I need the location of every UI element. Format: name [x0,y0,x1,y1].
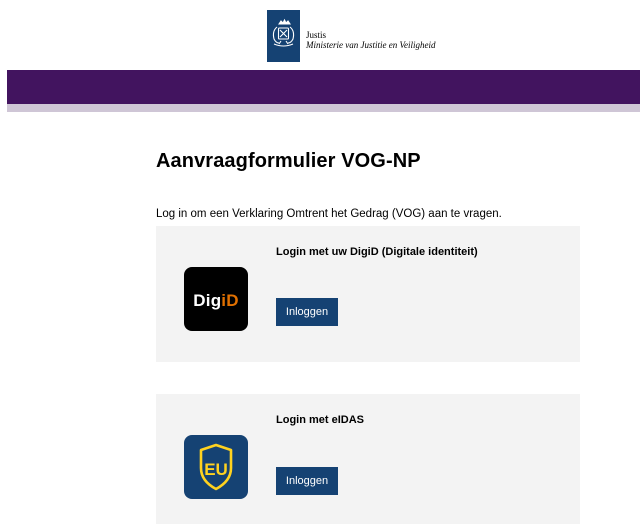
eidas-card-title: Login met eIDAS [276,414,365,426]
eu-shield-icon: EU [184,435,248,499]
eu-shield-text: EU [204,460,228,479]
digid-login-button[interactable]: Inloggen [276,298,338,326]
digid-card-title: Login met uw DigiD (Digitale identiteit) [276,246,478,258]
site-header: Justis Ministerie van Justitie en Veilig… [0,0,640,70]
eidas-login-button[interactable]: Inloggen [276,467,338,495]
coat-of-arms-icon [267,10,300,62]
page-title: Aanvraagformulier VOG-NP [156,150,421,172]
digid-logo-icon: DigiD [184,267,248,331]
digid-login-card: DigiD Login met uw DigiD (Digitale ident… [156,226,580,362]
digid-logo-text-main: Dig [193,291,222,310]
eidas-login-card: EU Login met eIDAS Inloggen [156,394,580,524]
ministry-wordmark[interactable]: Justis Ministerie van Justitie en Veilig… [306,30,435,50]
ministry-name: Ministerie van Justitie en Veiligheid [306,40,436,50]
org-name: Justis [306,30,327,40]
purple-banner [7,70,640,104]
digid-logo-text-accent: iD [221,291,239,310]
banner-shadow [7,104,640,112]
intro-text: Log in om een Verklaring Omtrent het Ged… [156,208,502,220]
